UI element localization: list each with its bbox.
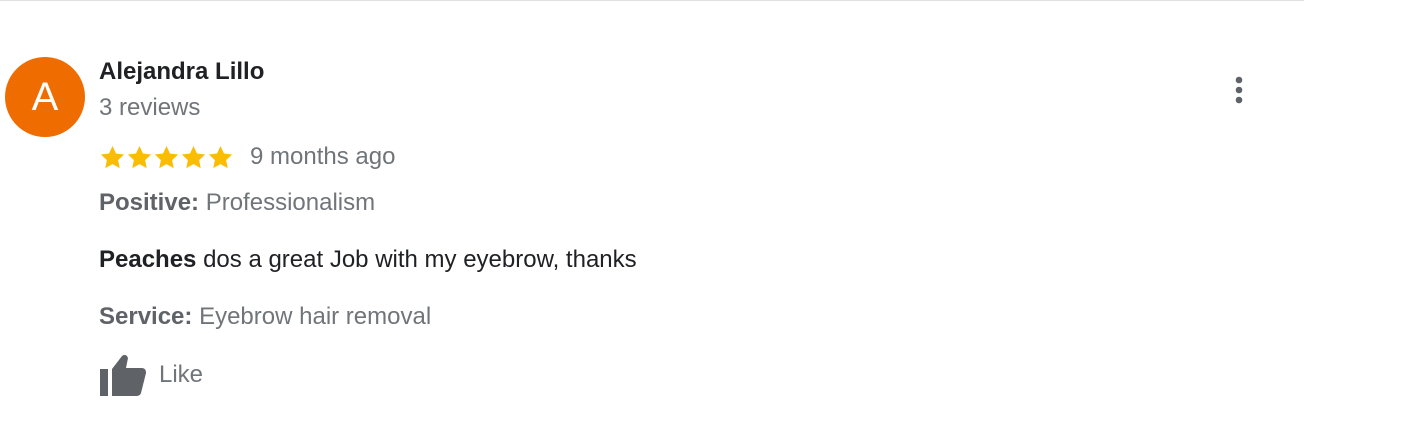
review-text: Peaches dos a great Job with my eyebrow,… xyxy=(99,246,637,274)
author-name[interactable]: Alejandra Lillo xyxy=(99,58,264,86)
review-body: dos a great Job with my eyebrow, thanks xyxy=(196,246,637,273)
star-icon xyxy=(100,145,125,168)
star-icon xyxy=(154,145,179,168)
review-mention: Peaches xyxy=(99,246,197,273)
star-icon xyxy=(208,145,233,168)
review-card: A Alejandra Lillo 3 reviews 9 months ago… xyxy=(0,0,1414,424)
service-label: Service: xyxy=(99,303,193,330)
more-options-button[interactable] xyxy=(1223,70,1255,110)
avatar-initial: A xyxy=(31,74,59,119)
positive-value: Professionalism xyxy=(205,189,376,216)
thumbs-up-icon xyxy=(100,354,146,396)
positive-label: Positive: xyxy=(99,189,200,216)
service-value: Eyebrow hair removal xyxy=(199,303,432,330)
like-button[interactable]: Like xyxy=(99,352,203,398)
star-rating xyxy=(99,144,234,171)
rating-row: 9 months ago xyxy=(99,142,395,172)
more-vertical-icon xyxy=(1235,76,1243,104)
like-label: Like xyxy=(159,361,204,388)
star-icon xyxy=(181,145,206,168)
author-review-count[interactable]: 3 reviews xyxy=(99,94,200,122)
positive-attribute: Positive: Professionalism xyxy=(99,189,375,217)
review-time: 9 months ago xyxy=(250,143,396,170)
star-icon xyxy=(127,145,152,168)
avatar[interactable]: A xyxy=(5,57,85,137)
service-attribute: Service: Eyebrow hair removal xyxy=(99,303,431,331)
